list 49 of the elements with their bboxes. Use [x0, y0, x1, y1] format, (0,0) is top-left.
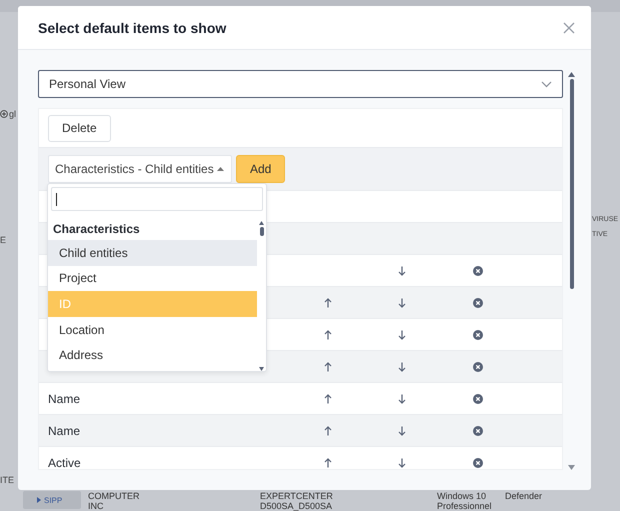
- arrow-down-icon[interactable]: [398, 458, 406, 468]
- background-label: ITE: [0, 475, 14, 485]
- add-button[interactable]: Add: [236, 155, 286, 183]
- remove-icon[interactable]: [473, 362, 483, 372]
- table-cell: COMPUTER INC: [88, 491, 140, 511]
- view-select[interactable]: Personal View: [38, 70, 563, 98]
- remove-icon[interactable]: [473, 426, 483, 436]
- arrow-up-icon[interactable]: [324, 426, 332, 436]
- arrow-down-icon[interactable]: [398, 298, 406, 308]
- arrow-down-icon[interactable]: [398, 330, 406, 340]
- remove-icon[interactable]: [473, 458, 483, 468]
- arrow-down-icon[interactable]: [398, 426, 406, 436]
- table-cell: Windows 10 Professionnel: [437, 491, 492, 511]
- arrow-up-icon[interactable]: [324, 394, 332, 404]
- table-cell: Defender: [505, 491, 542, 501]
- caret-right-icon: [37, 496, 41, 502]
- scrollbar[interactable]: [567, 72, 576, 470]
- remove-icon[interactable]: [473, 298, 483, 308]
- dropdown-option[interactable]: Address: [48, 342, 258, 368]
- item-select[interactable]: Characteristics - Child entities: [48, 155, 232, 183]
- text-cursor: [56, 192, 57, 206]
- dialog-title: Select default items to show: [38, 20, 226, 36]
- dropdown-option[interactable]: Project: [48, 266, 258, 292]
- search-field[interactable]: [51, 187, 263, 211]
- remove-icon[interactable]: [473, 330, 483, 340]
- item-label: Name: [47, 392, 82, 406]
- item-label: Name: [47, 424, 82, 438]
- background-label: E: [0, 235, 6, 245]
- dropdown-option[interactable]: Child entities: [48, 240, 258, 266]
- dropdown-option[interactable]: Location: [48, 316, 258, 342]
- scroll-up-icon[interactable]: [568, 72, 575, 77]
- group-label: Characteristics: [52, 220, 141, 238]
- chevron-down-icon: [541, 80, 552, 88]
- arrow-up-icon[interactable]: [324, 330, 332, 340]
- scroll-down-icon[interactable]: [259, 367, 264, 371]
- delete-button[interactable]: Delete: [48, 114, 111, 142]
- arrow-up-icon[interactable]: [324, 362, 332, 372]
- arrow-down-icon[interactable]: [398, 394, 406, 404]
- arrow-down-icon[interactable]: [398, 362, 406, 372]
- arrow-up-icon[interactable]: [324, 458, 332, 468]
- remove-icon[interactable]: [473, 266, 483, 276]
- item-label: Active: [47, 456, 82, 469]
- background-label: gl: [9, 109, 16, 119]
- close-icon[interactable]: [563, 22, 575, 34]
- table-cell: EXPERTCENTER D500SA_D500SA: [260, 491, 333, 511]
- scroll-down-icon[interactable]: [568, 465, 575, 470]
- arrow-down-icon[interactable]: [398, 266, 406, 276]
- remove-icon[interactable]: [473, 394, 483, 404]
- arrow-up-icon[interactable]: [324, 298, 332, 308]
